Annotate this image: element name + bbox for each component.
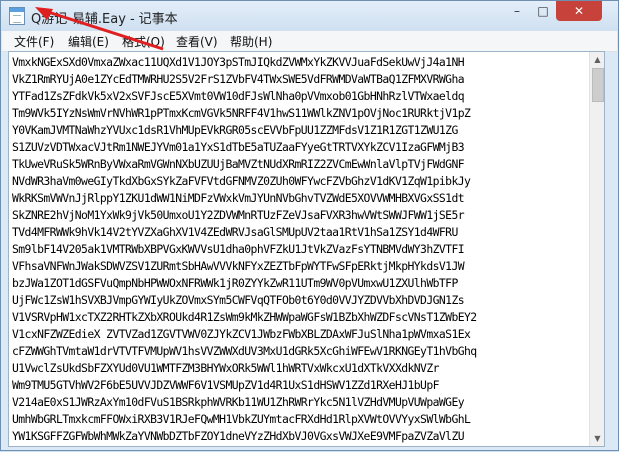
text-line: cFZWWGhTVmtaW1drVTVTFVMUpWV1hsVVZWWXdUV3…: [12, 344, 477, 358]
text-line: Y0VKamJVMTNaWhzYVUxc1dsR1VhMUpEVkRGR05sc…: [12, 123, 458, 137]
text-line: TVd4MFRWWk9hVk14V2tYVZXaGhXV1V4ZEdWRVJsa…: [12, 225, 458, 239]
text-line: Wm9TMU5GTVhWV2F6bE5UVVJDZVWWF6V1VSMUpZV1…: [12, 378, 439, 392]
menu-file[interactable]: 文件(F): [14, 33, 54, 50]
scroll-up-icon[interactable]: ▲: [590, 52, 604, 67]
maximize-button[interactable]: □: [530, 1, 556, 21]
text-line: V1cxNFZWZEdieX ZVTVZad1ZGVTVWV0ZJYkZCV1J…: [12, 327, 471, 341]
text-line: VmxkNGExSXd0VmxaZWxac11UQXd1V1JOY3pSTmJI…: [12, 55, 465, 69]
editor-text[interactable]: VmxkNGExSXd0VmxaZWxac11UQXd1V1JOY3pSTmJI…: [12, 54, 587, 446]
text-line: VkZ1RmRYUjA0e1ZYcEdTMWRHU2S5V2FrS1ZVbFV4…: [12, 72, 465, 86]
close-button[interactable]: ✕: [556, 1, 602, 21]
menu-help[interactable]: 帮助(H): [230, 33, 272, 50]
text-line: bzJWa1ZOT1dGSFVuQmpNbHPWWOxNFRWWk1jR0ZYY…: [12, 276, 458, 290]
title-bar[interactable]: Q游记-易辅.Eay - 记事本 – □ ✕: [1, 1, 618, 31]
notepad-window: Q游记-易辅.Eay - 记事本 – □ ✕ 文件(F) 编辑(E) 格式(O) 查…: [0, 0, 619, 451]
text-line: WkRKSmVWVnJjRlppY1ZKU1dWW1NiMDFzVWxkVmJY…: [12, 191, 465, 205]
text-line: UmxiVTUwVm01YWExWXhTbmRhV1ZKSF1VWl1V0ZFV…: [12, 445, 587, 446]
menu-edit[interactable]: 编辑(E): [68, 33, 109, 50]
text-line: NVdWR3haVm0weGIyTkdXbGxSYkZaFVFVtdGFNMVZ…: [12, 174, 471, 188]
minimize-button[interactable]: –: [504, 1, 530, 21]
menu-bar: 文件(F) 编辑(E) 格式(O) 查看(V) 帮助(H): [2, 31, 617, 52]
text-line: S1ZUVzVDTWxacVJtRm1NWEJYVm01a1YxS1dTbE5a…: [12, 140, 465, 154]
menu-view[interactable]: 查看(V): [176, 33, 218, 50]
text-line: U1VwclZsUkdSbFZXYUd0VU1WMTFZM3BHYWxORk5W…: [12, 361, 439, 375]
notepad-icon[interactable]: [9, 7, 25, 25]
scroll-down-icon[interactable]: ▼: [590, 431, 604, 446]
text-line: VFhsaVNFWnJWakSDWVZSV1ZURmtSbHAwVVVkNFYx…: [12, 259, 465, 273]
menu-format[interactable]: 格式(O): [122, 33, 165, 50]
text-line: V1VSRVpHW1xcTXZ2RHTkZXbXROUkd4R1ZsWm9kMk…: [12, 310, 477, 324]
text-line: YW1KSGFFZGFWbWhMWkZaYVNWbDZTbFZOY1dneVYz…: [12, 429, 465, 443]
text-line: V214aE0xS1JWRzAxYm10dFVuS1BSRkphWVRKb11W…: [12, 395, 465, 409]
text-line: UmhWbGRLTmxkcmFFOWxiRXB3V1RJeFQwMH1VbkZU…: [12, 412, 471, 426]
title-separator: -: [129, 12, 135, 27]
text-line: UjFWc1ZsW1hSVXBJVmpGYWIyUkZOVmxSYm5CWFVq…: [12, 293, 465, 307]
text-line: Tm9WVk5IYzNsWmVrNVhWR1pPTmxKcmVGVk5NRFF4…: [12, 106, 471, 120]
text-line: Sm9lbF14V205ak1VMTRWbXBPVGxKWVVsU1dha0ph…: [12, 242, 465, 256]
title-app-name: 记事本: [138, 12, 178, 27]
text-editor[interactable]: VmxkNGExSXd0VmxaZWxac11UQXd1V1JOY3pSTmJI…: [8, 51, 605, 447]
scroll-thumb[interactable]: [592, 68, 604, 102]
title-file-name: Q游记-易辅.Eay: [31, 12, 126, 27]
window-title: Q游记-易辅.Eay - 记事本: [31, 8, 178, 27]
text-line: SkZNRE2hVjNoM1YxWk9jVk50UmxoU1Y2ZDVWMnRT…: [12, 208, 465, 222]
text-line: YTFad1ZsZFdkVk5xV2xSVFJscE5XVmt0VW10dFJs…: [12, 89, 465, 103]
vertical-scrollbar[interactable]: ▲ ▼: [589, 52, 604, 446]
text-line: TkUweVRuSk5WRnByVWxaRmVGWnNXbUZUUjBaMVZt…: [12, 157, 465, 171]
